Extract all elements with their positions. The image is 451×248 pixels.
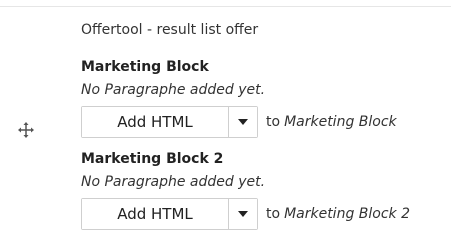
- block-title: Marketing Block 2: [81, 151, 224, 167]
- add-paragraph-row: Add HTML to Marketing Block: [81, 106, 397, 138]
- marketing-block: Marketing Block No Paragraphe added yet.…: [81, 58, 397, 138]
- add-type-dropdown-toggle[interactable]: [229, 199, 257, 229]
- to-label: to: [266, 114, 281, 130]
- paragraph-item: Offertool - result list offer Marketing …: [0, 0, 451, 248]
- add-button-group: Add HTML: [81, 198, 258, 230]
- add-html-button[interactable]: Add HTML: [82, 199, 229, 229]
- divider: [0, 6, 451, 7]
- block-title: Marketing Block: [81, 59, 209, 75]
- add-button-group: Add HTML: [81, 106, 258, 138]
- target-block-name: Marketing Block: [284, 114, 397, 130]
- add-paragraph-row: Add HTML to Marketing Block 2: [81, 198, 410, 230]
- add-type-dropdown-toggle[interactable]: [229, 107, 257, 137]
- add-html-button[interactable]: Add HTML: [82, 107, 229, 137]
- caret-down-icon: [238, 211, 248, 217]
- marketing-block-2: Marketing Block 2 No Paragraphe added ye…: [81, 150, 410, 230]
- empty-message: No Paragraphe added yet.: [81, 174, 266, 190]
- caret-down-icon: [238, 119, 248, 125]
- empty-message: No Paragraphe added yet.: [81, 82, 266, 98]
- paragraph-type-label: Offertool - result list offer: [81, 22, 259, 38]
- to-label: to: [266, 206, 281, 222]
- target-block-name: Marketing Block 2: [284, 206, 411, 222]
- move-icon[interactable]: [16, 120, 36, 140]
